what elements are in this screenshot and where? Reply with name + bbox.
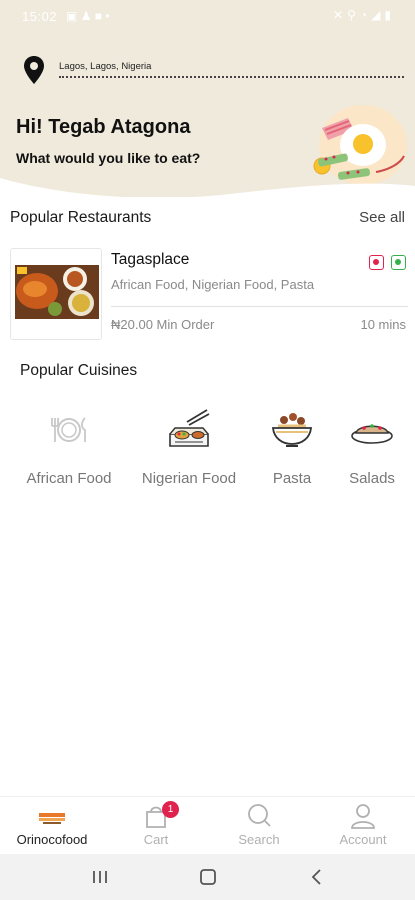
restaurant-thumbnail[interactable] [10,248,102,340]
restaurant-name: Tagasplace [111,251,190,268]
salad-plate-icon [351,424,393,444]
back-icon[interactable] [302,865,332,889]
cart-badge: 1 [162,801,179,818]
recent-apps-icon[interactable] [85,865,115,889]
cuisine-label: African Food [26,470,112,487]
cuisine-pasta[interactable]: Pasta [262,408,322,487]
meal-tray-icon [169,409,210,447]
location-icon: ⚲ [347,8,360,22]
orinocofood-logo-icon [39,813,65,824]
search-icon [248,804,271,827]
cuisine-label: Nigerian Food [141,470,237,487]
nav-item-account[interactable]: Account [328,803,398,847]
mute-icon: ✕ [333,8,348,22]
restaurant-tags: African Food, Nigerian Food, Pasta [111,277,315,292]
battery-icon: ▮ [384,8,395,22]
card-divider [111,306,408,307]
nav-label: Orinocofood [16,832,88,847]
restaurant-food-image [11,249,101,339]
nav-item-cart[interactable]: 1 Cart [126,801,186,847]
cuisine-nigerian-food[interactable]: Nigerian Food [134,408,244,487]
image-icon: ▣ [66,9,78,23]
location-text[interactable]: Lagos, Lagos, Nigeria [59,61,151,72]
status-time: 15:02 [22,9,58,24]
pasta-bowl-icon [272,413,312,447]
plate-cutlery-icon [51,417,86,442]
cuisine-african-food[interactable]: African Food [19,408,119,487]
greeting-heading: Hi! Tegab Atagona [16,116,191,138]
person-icon: ♟ [80,9,92,23]
home-icon[interactable] [193,865,223,889]
header: Lagos, Lagos, Nigeria Hi! Tegab Atagona … [0,32,415,197]
cuisine-label: Salads [349,470,395,487]
account-icon [351,804,375,829]
location-underline [59,76,404,78]
nav-item-search[interactable]: Search [228,803,290,847]
status-bar: 15:02 ▣ ♟ ■ • ✕⚲◔◢▮ [0,0,415,32]
wifi-icon: ◔ [359,8,372,22]
veg-status-green-icon [391,255,406,270]
delivery-time: 10 mins [360,317,406,332]
system-navigation-bar [0,854,415,900]
nav-label: Account [339,832,387,847]
bottom-navigation: Orinocofood 1 Cart Search Account [0,796,415,854]
veg-status-red-icon [369,255,384,270]
min-order: ₦20.00 Min Order [111,317,215,332]
signal-icon: ◢ [371,8,385,22]
header-wave [0,178,415,197]
prompt-text: What would you like to eat? [16,150,201,166]
dot-icon: • [105,9,110,23]
cuisine-salads[interactable]: Salads [342,408,402,487]
nav-label: Cart [143,832,169,847]
popular-cuisines-title: Popular Cuisines [20,362,138,379]
see-all-link[interactable]: See all [359,209,405,226]
nav-label: Search [238,832,280,847]
video-icon: ■ [94,9,103,23]
status-right-icons: ✕⚲◔◢▮ [333,8,395,22]
restaurant-card[interactable]: Tagasplace African Food, Nigerian Food, … [10,248,408,340]
nav-item-orinocofood[interactable]: Orinocofood [4,803,100,847]
cuisine-label: Pasta [272,470,312,487]
status-left-icons: ▣ ♟ ■ • [66,9,110,23]
popular-restaurants-title: Popular Restaurants [10,209,152,226]
location-pin-icon[interactable] [22,55,46,85]
